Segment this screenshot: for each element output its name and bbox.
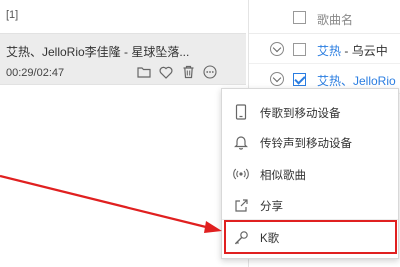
share-icon: [233, 197, 249, 213]
now-playing-time: 00:29/02:47: [6, 67, 65, 79]
now-playing-actions: [137, 65, 217, 79]
song-row[interactable]: 艾热 - 乌云中: [249, 34, 400, 64]
menu-item-share[interactable]: 分享: [222, 190, 398, 220]
song-name: 乌云中: [351, 44, 388, 58]
heart-icon[interactable]: [159, 65, 173, 79]
select-all-checkbox[interactable]: [293, 11, 306, 24]
song-artist[interactable]: 艾热: [317, 44, 341, 58]
folder-icon[interactable]: [137, 65, 151, 79]
now-playing-title: 艾热、JelloRio李佳隆 - 星球坠落...: [6, 45, 190, 59]
player-pane: [1] 艾热、JelloRio李佳隆 - 星球坠落... 00:29/02:47: [0, 0, 248, 267]
song-list-header: 歌曲名: [249, 0, 400, 34]
menu-item-label: 传歌到移动设备: [260, 108, 341, 120]
annotation-highlight-box: [224, 220, 397, 254]
song-title: 艾热 - 乌云中: [317, 42, 388, 59]
chevron-down-icon[interactable]: [270, 42, 284, 56]
app-window: [1] 艾热、JelloRio李佳隆 - 星球坠落... 00:29/02:47: [0, 0, 400, 267]
song-artist[interactable]: 艾热、JelloRio: [317, 74, 396, 88]
menu-item-similar-songs[interactable]: 相似歌曲: [222, 159, 398, 189]
radio-icon: [233, 166, 249, 182]
now-playing-item[interactable]: 艾热、JelloRio李佳隆 - 星球坠落... 00:29/02:47: [0, 33, 246, 85]
column-header-song-name: 歌曲名: [317, 13, 354, 27]
menu-item-send-to-device[interactable]: 传歌到移动设备: [222, 97, 398, 127]
menu-item-label: 相似歌曲: [260, 170, 306, 182]
song-title: 艾热、JelloRio: [317, 72, 396, 89]
bell-icon: [233, 134, 249, 150]
menu-item-label: 分享: [260, 201, 283, 213]
chevron-down-icon[interactable]: [270, 72, 284, 86]
song-separator: -: [341, 44, 352, 58]
phone-icon: [233, 104, 249, 120]
marker-label: [1]: [6, 9, 19, 21]
menu-item-label: 传铃声到移动设备: [260, 138, 352, 150]
trash-icon[interactable]: [181, 65, 195, 79]
more-icon[interactable]: [203, 65, 217, 79]
menu-item-send-ringtone[interactable]: 传铃声到移动设备: [222, 127, 398, 157]
song-checkbox-checked[interactable]: [293, 73, 306, 86]
song-checkbox[interactable]: [293, 43, 306, 56]
